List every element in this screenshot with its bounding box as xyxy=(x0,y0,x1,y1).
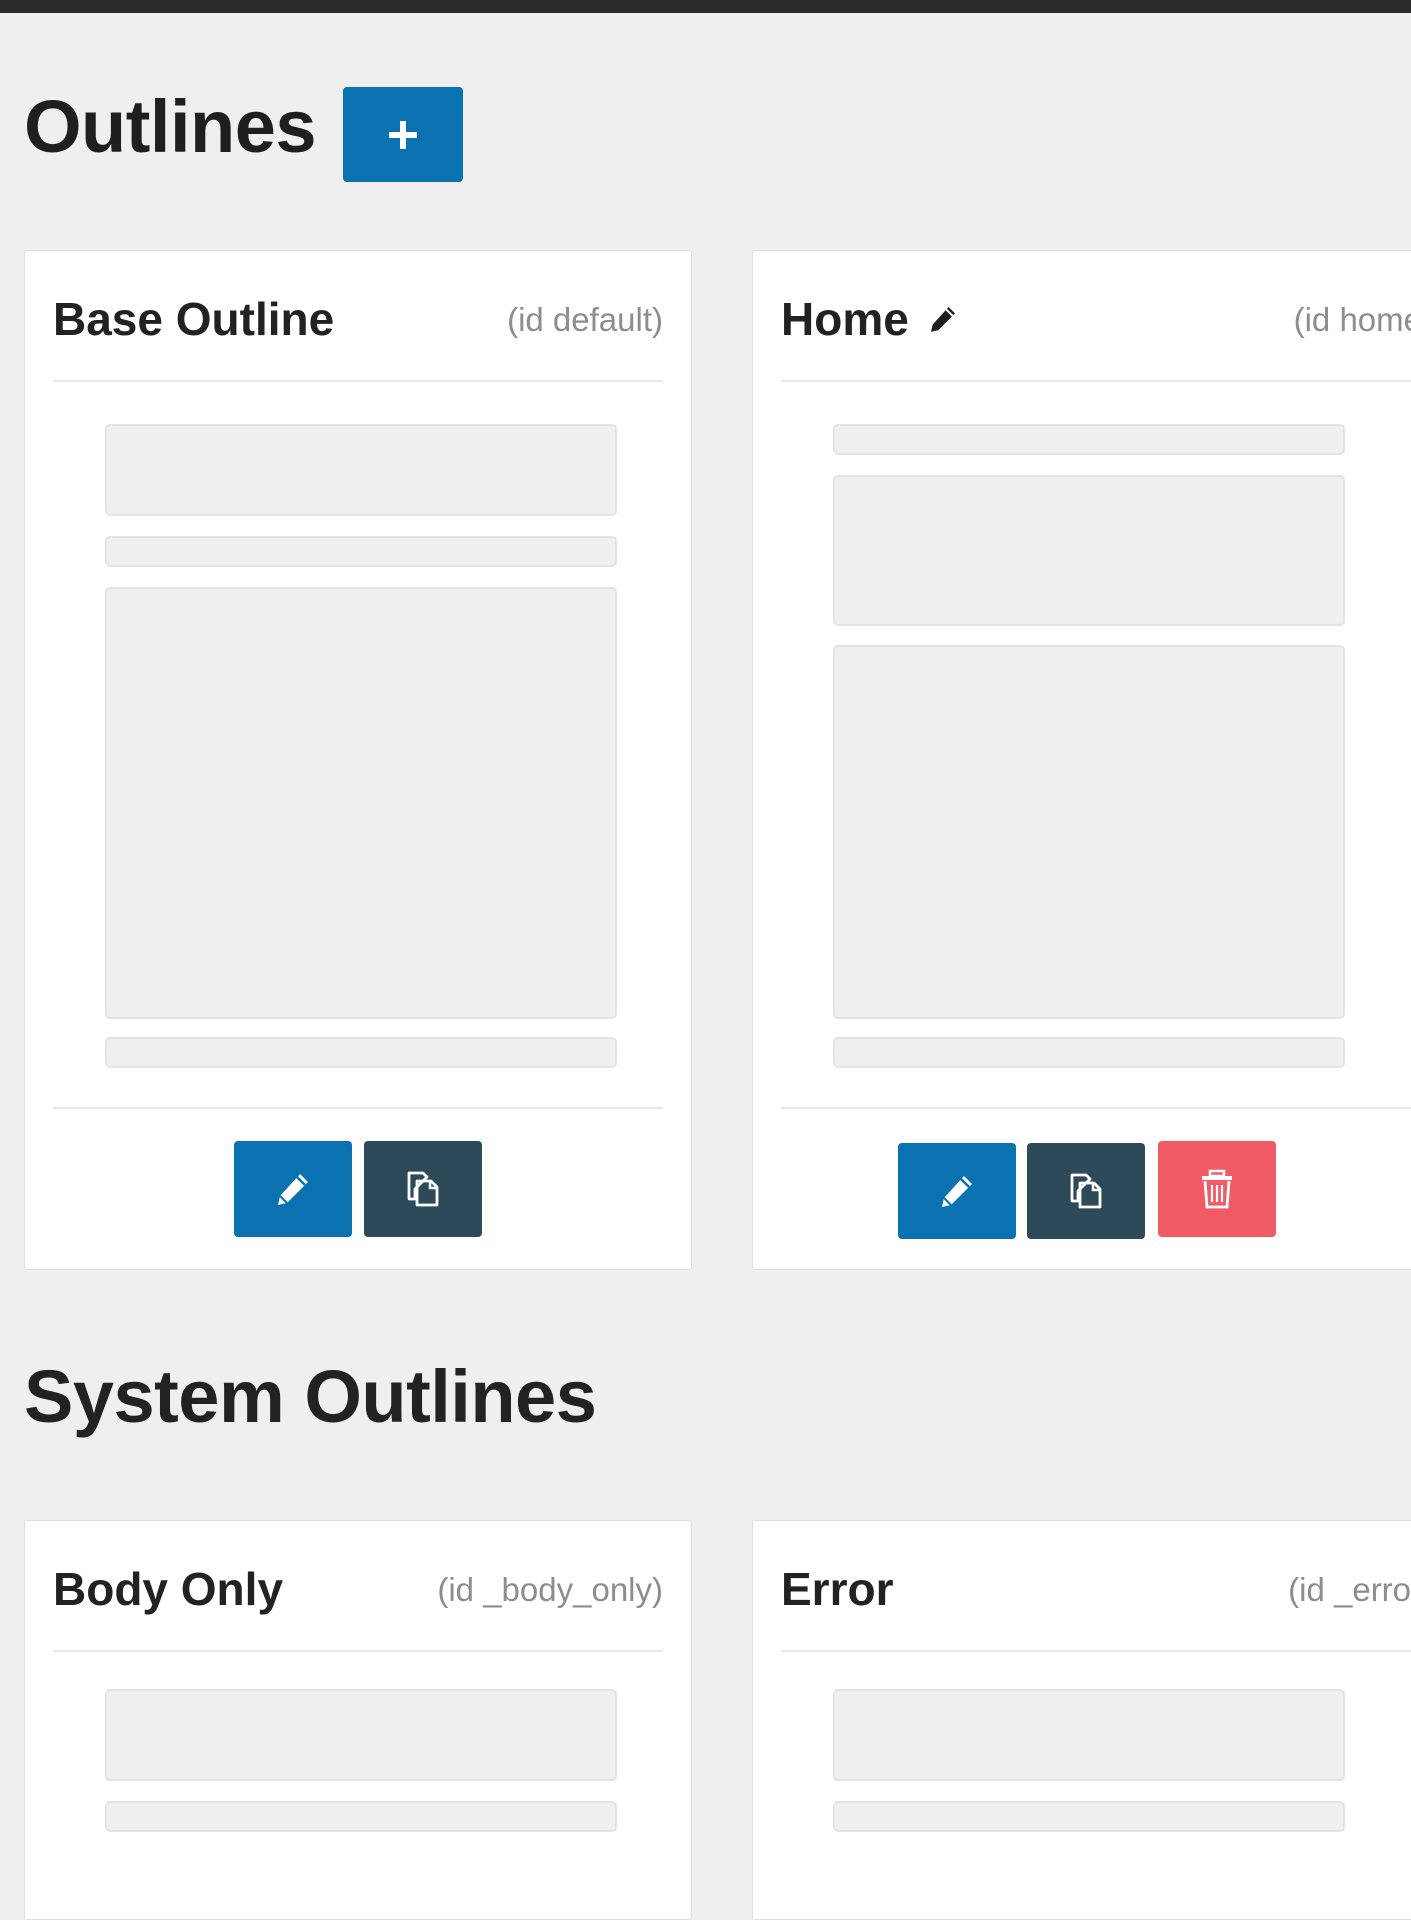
card-header: Home (id home) xyxy=(781,251,1411,382)
pencil-icon xyxy=(273,1169,313,1209)
outline-card-default: Base Outline (id default) xyxy=(24,250,692,1270)
layout-block-main xyxy=(105,587,617,1019)
card-header: Body Only (id _body_only) xyxy=(53,1521,663,1652)
trash-icon xyxy=(1200,1169,1234,1209)
layout-block-header xyxy=(833,1689,1345,1781)
edit-button[interactable] xyxy=(234,1141,352,1237)
card-footer-divider xyxy=(53,1107,663,1109)
page-title: Outlines xyxy=(24,85,317,168)
layout-block-header xyxy=(105,1689,617,1781)
outline-card-body-only: Body Only (id _body_only) xyxy=(24,1520,692,1920)
layout-block-footer xyxy=(833,1037,1345,1068)
duplicate-button[interactable] xyxy=(364,1141,482,1237)
copy-icon xyxy=(401,1167,445,1211)
delete-button[interactable] xyxy=(1158,1141,1276,1237)
outline-card-error: Error (id _error) xyxy=(752,1520,1411,1920)
layout-block-nav xyxy=(105,536,617,567)
pencil-icon xyxy=(937,1171,977,1211)
card-title: Error xyxy=(781,1563,894,1615)
card-header: Base Outline (id default) xyxy=(53,251,663,382)
card-id-label: (id default) xyxy=(507,301,663,338)
card-header: Error (id _error) xyxy=(781,1521,1411,1652)
copy-icon xyxy=(1064,1169,1108,1213)
layout-block-nav xyxy=(833,1801,1345,1832)
duplicate-button[interactable] xyxy=(1027,1143,1145,1239)
card-title[interactable]: Home xyxy=(781,287,909,351)
card-id-label: (id home) xyxy=(1293,301,1411,338)
layout-block-header xyxy=(833,475,1345,626)
edit-button[interactable] xyxy=(898,1143,1016,1239)
outline-card-home: Home (id home) xyxy=(752,250,1411,1270)
card-id-label: (id _body_only) xyxy=(437,1571,663,1608)
layout-block-nav xyxy=(105,1801,617,1832)
layout-block-header xyxy=(105,424,617,516)
add-outline-button[interactable] xyxy=(343,87,463,182)
pencil-icon[interactable] xyxy=(927,303,959,335)
card-title: Base Outline xyxy=(53,293,335,345)
card-footer-divider xyxy=(781,1107,1411,1109)
layout-block-top xyxy=(833,424,1345,455)
plus-icon xyxy=(386,118,420,152)
card-title: Body Only xyxy=(53,1563,284,1615)
section-title-system-outlines: System Outlines xyxy=(24,1355,597,1438)
top-bar xyxy=(0,0,1411,13)
layout-block-main xyxy=(833,645,1345,1019)
card-id-label: (id _error) xyxy=(1288,1571,1411,1608)
layout-block-footer xyxy=(105,1037,617,1068)
